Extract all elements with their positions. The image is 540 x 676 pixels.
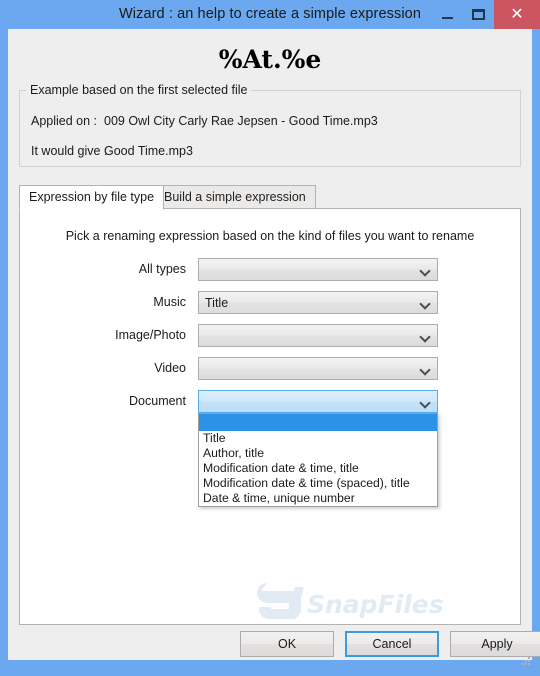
label-image-photo: Image/Photo <box>115 328 186 342</box>
combo-video[interactable] <box>198 357 438 380</box>
tab-strip: Expression by file type Build a simple e… <box>19 185 521 210</box>
dropdown-option-moddate-spaced-title[interactable]: Modification date & time (spaced), title <box>199 476 437 491</box>
label-video: Video <box>154 361 186 375</box>
example-groupbox-legend: Example based on the first selected file <box>26 83 252 97</box>
combo-music[interactable]: Title <box>198 291 438 314</box>
document-dropdown-list[interactable]: Title Author, title Modification date & … <box>198 413 438 507</box>
chevron-down-icon <box>421 259 430 282</box>
client-area: %At.%e Example based on the first select… <box>8 29 532 660</box>
chevron-down-icon <box>421 358 430 381</box>
row-all-types: All types <box>139 258 438 281</box>
expression-preview: %At.%e <box>218 45 322 74</box>
would-give-label: It would give : <box>31 144 108 158</box>
dropdown-option-title[interactable]: Title <box>199 431 437 446</box>
dropdown-option-author-title[interactable]: Author, title <box>199 446 437 461</box>
row-music: Music Title <box>153 291 438 314</box>
chevron-down-icon <box>421 391 430 414</box>
resize-grip[interactable] <box>522 657 531 666</box>
wizard-window: Wizard : an help to create a simple expr… <box>0 0 540 676</box>
minimize-button[interactable] <box>432 0 463 29</box>
cancel-button[interactable]: Cancel <box>345 631 439 657</box>
chevron-down-icon <box>421 292 430 315</box>
label-document: Document <box>129 394 186 408</box>
dropdown-option-selected[interactable] <box>199 414 437 431</box>
chevron-down-icon <box>421 325 430 348</box>
combo-music-value: Title <box>205 296 229 310</box>
tab-build-a-simple-expression[interactable]: Build a simple expression <box>154 185 316 209</box>
ok-button[interactable]: OK <box>240 631 334 657</box>
tab-expression-by-file-type[interactable]: Expression by file type <box>19 185 165 210</box>
apply-button[interactable]: Apply <box>450 631 540 657</box>
dropdown-option-datetime-unique[interactable]: Date & time, unique number <box>199 491 437 506</box>
maximize-icon <box>472 9 485 20</box>
minimize-icon <box>442 16 453 19</box>
combo-image-photo[interactable] <box>198 324 438 347</box>
row-video: Video <box>154 357 438 380</box>
maximize-button[interactable] <box>463 0 494 29</box>
would-give-value: Good Time.mp3 <box>104 144 193 158</box>
row-document: Document Title Author, title Modificatio… <box>129 390 438 507</box>
label-all-types: All types <box>138 262 186 276</box>
close-icon: ✕ <box>510 5 524 23</box>
panel-instruction: Pick a renaming expression based on the … <box>65 229 475 243</box>
applied-on-label: Applied on : <box>31 114 98 128</box>
window-controls: ✕ <box>432 0 540 29</box>
combo-all-types[interactable] <box>198 258 438 281</box>
applied-on-value: 009 Owl City Carly Rae Jepsen - Good Tim… <box>104 114 378 128</box>
dropdown-option-moddate-title[interactable]: Modification date & time, title <box>199 461 437 476</box>
close-button[interactable]: ✕ <box>494 0 540 29</box>
title-bar: Wizard : an help to create a simple expr… <box>0 0 540 29</box>
combo-document[interactable] <box>198 390 438 413</box>
label-music: Music <box>153 295 186 309</box>
row-image-photo: Image/Photo <box>115 324 438 347</box>
